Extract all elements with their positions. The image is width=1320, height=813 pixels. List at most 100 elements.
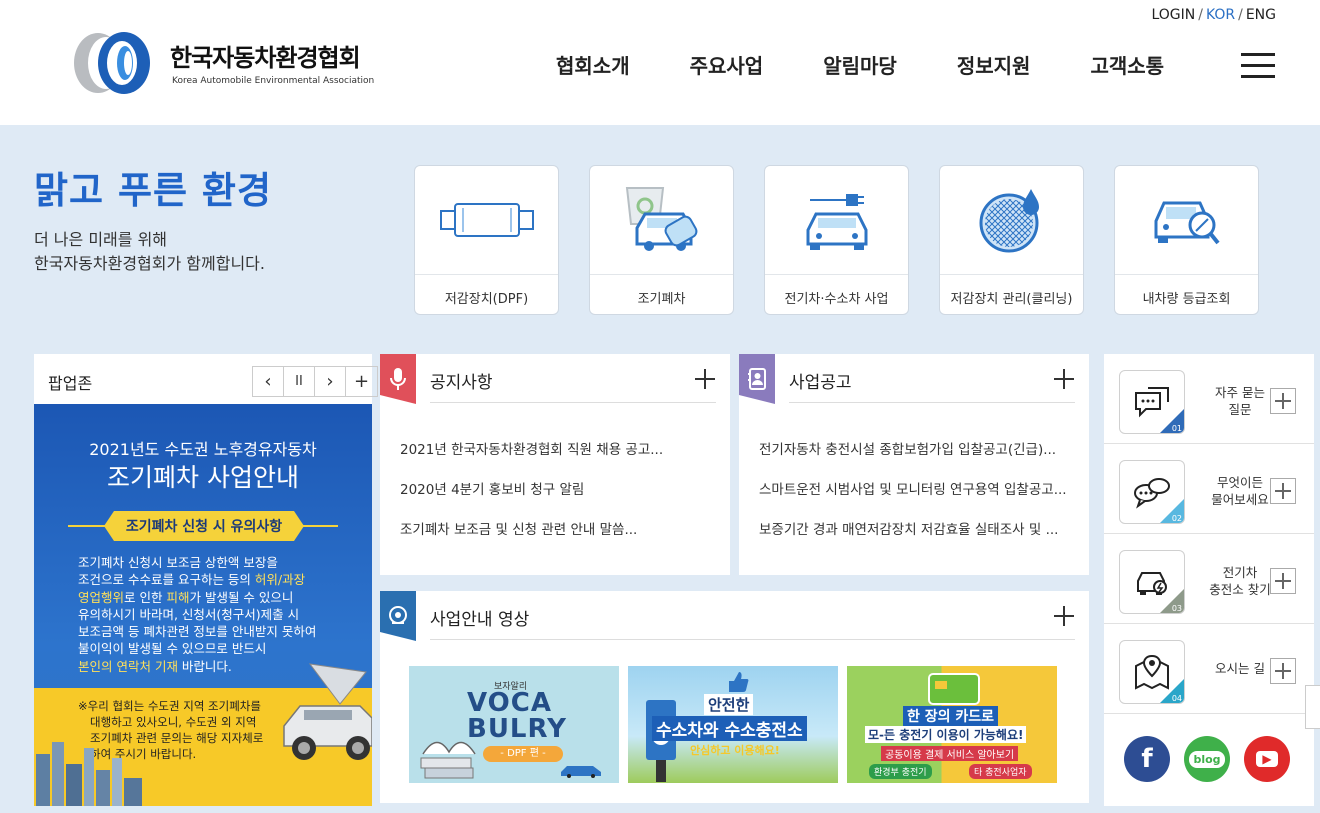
notice-list: 2021년 한국자동차환경협회 직원 채용 공고... 2020년 4분기 홍보… xyxy=(400,438,714,558)
business-board: 사업공고 전기자동차 충전시설 종합보험가입 입찰공고(긴급)... 스마트운전… xyxy=(739,354,1089,575)
notice-more-icon[interactable] xyxy=(694,368,716,390)
popup-banner[interactable]: 2021년도 수도권 노후경유자동차 조기폐차 사업안내 조기폐차 신청 시 유… xyxy=(34,404,372,806)
car-icon xyxy=(561,766,601,778)
rq-number: 04 xyxy=(1171,694,1182,703)
nav-business[interactable]: 주요사업 xyxy=(690,50,764,79)
video-headline-2: BULRY xyxy=(467,714,567,744)
business-item[interactable]: 전기자동차 충전시설 종합보험가입 입찰공고(긴급)... xyxy=(759,438,1073,478)
quick-label: 전기차·수소차 사업 xyxy=(784,292,889,307)
menu-hamburger-icon[interactable] xyxy=(1241,53,1275,78)
plus-icon[interactable] xyxy=(1270,478,1296,504)
notice-item[interactable]: 2021년 한국자동차환경협회 직원 채용 공고... xyxy=(400,438,714,478)
nav-info[interactable]: 정보지원 xyxy=(957,50,1031,79)
rq-location[interactable]: 04 오시는 길 xyxy=(1104,624,1314,714)
logo-mark-icon xyxy=(74,32,150,94)
side-scroll-tab[interactable] xyxy=(1305,685,1320,729)
notice-item[interactable]: 2020년 4분기 홍보비 청구 알림 xyxy=(400,478,714,518)
banner-text-part: 조건으로 수수료를 요구하는 등의 xyxy=(78,572,255,588)
slogan-line-2: 한국자동차환경협회가 함께합니다. xyxy=(34,254,265,273)
quick-dpf[interactable]: 저감장치(DPF) xyxy=(414,165,559,315)
youtube-icon[interactable]: ▶ xyxy=(1244,736,1290,782)
lang-eng-link[interactable]: ENG xyxy=(1246,7,1276,23)
business-more-icon[interactable] xyxy=(1053,368,1075,390)
banner-text: 조기폐차 신청시 보조금 상한액 보장을 xyxy=(78,555,278,570)
business-tab xyxy=(739,354,775,404)
login-link[interactable]: LOGIN xyxy=(1151,7,1195,23)
nav-customer[interactable]: 고객소통 xyxy=(1090,50,1164,79)
banner-text-part: 가 발생될 수 있으니 xyxy=(189,589,294,605)
banner-highlight: 영업행위 xyxy=(78,589,125,605)
plus-icon[interactable] xyxy=(1270,568,1296,594)
notice-tab xyxy=(380,354,416,404)
facebook-icon[interactable]: f xyxy=(1124,736,1170,782)
address-book-icon xyxy=(748,368,766,390)
quick-label: 내차량 등급조회 xyxy=(1142,292,1231,307)
electric-car-icon xyxy=(765,166,908,274)
dpf-filter-icon xyxy=(415,166,558,274)
banner-highlight: 허위/과장 xyxy=(254,572,306,588)
video-tab xyxy=(380,591,416,641)
nav-news[interactable]: 알림마당 xyxy=(823,50,897,79)
video-headline: 한 장의 카드로 xyxy=(903,706,999,726)
youtube-label: ▶ xyxy=(1256,751,1278,767)
rq-charging[interactable]: 03 전기차 충전소 찾기 xyxy=(1104,534,1314,624)
slogan-description: 더 나은 미래를 위해 한국자동차환경협회가 함께합니다. xyxy=(34,228,265,276)
nav-about[interactable]: 협회소개 xyxy=(556,50,630,79)
charging-card-icon xyxy=(928,673,980,705)
sns-links: f blog ▶ xyxy=(1124,736,1290,782)
banner-text-part: 바랍니다. xyxy=(177,658,232,674)
logo-subtitle: Korea Automobile Environmental Associati… xyxy=(172,76,375,86)
blog-label: blog xyxy=(1189,750,1225,768)
divider xyxy=(430,402,716,403)
rq-ask[interactable]: 02 무엇이든 물어보세요 xyxy=(1104,444,1314,534)
quick-ev[interactable]: 전기차·수소차 사업 xyxy=(764,165,909,315)
popup-next-button[interactable]: › xyxy=(315,367,346,396)
popup-prev-button[interactable]: ‹ xyxy=(253,367,284,396)
divider xyxy=(430,639,1075,640)
video-thumb-hydrogen[interactable]: H2 안전한 수소차와 수소충전소 안심하고 이용해요! xyxy=(628,666,838,783)
popup-controls: ‹ II › + xyxy=(252,366,378,397)
business-item[interactable]: 보증기간 경과 매연저감장치 저감효율 실태조사 및 ... xyxy=(759,518,1073,558)
main-slogan: 맑고 푸른 환경 xyxy=(34,169,273,212)
video-list: 보자알리 VOCA BULRY - DPF 편 - H2 안전한 수소차와 수소… xyxy=(409,666,1057,783)
notice-item[interactable]: 조기폐차 보조금 및 신청 관련 안내 말씀... xyxy=(400,518,714,558)
city-buildings-icon xyxy=(36,742,142,806)
utility-links: LOGIN / KOR / ENG xyxy=(1151,7,1276,23)
video-thumb-dpf[interactable]: 보자알리 VOCA BULRY - DPF 편 - xyxy=(409,666,619,783)
blog-icon[interactable]: blog xyxy=(1184,736,1230,782)
quick-scrap[interactable]: 조기폐차 xyxy=(589,165,734,315)
popup-title: 팝업존 xyxy=(48,374,93,393)
car-grade-search-icon xyxy=(1115,166,1258,274)
video-board: 사업안내 영상 보자알리 VOCA BULRY - DPF 편 - H2 안전한… xyxy=(380,591,1089,803)
video-tag: 안심하고 이용해요! xyxy=(690,744,780,757)
site-header: 한국자동차환경협회 Korea Automobile Environmental… xyxy=(0,0,1320,125)
rq-icon-box: 03 xyxy=(1119,550,1185,614)
plus-icon[interactable] xyxy=(1270,388,1296,414)
quick-cleaning[interactable]: 저감장치 관리(클리닝) xyxy=(939,165,1084,315)
video-more-icon[interactable] xyxy=(1053,605,1075,627)
popup-zone: 팝업존 ‹ II › + 2021년도 수도권 노후경유자동차 조기폐차 사업안… xyxy=(34,354,378,806)
banner-text: 보조금액 등 폐차관련 정보를 안내받지 못하여 xyxy=(78,624,317,640)
rq-faq[interactable]: 01 자주 묻는 질문 xyxy=(1104,354,1314,444)
video-button-env: 환경부 충전기 xyxy=(869,764,932,779)
video-headline-2: 수소차와 수소충전소 xyxy=(652,716,807,741)
microphone-icon xyxy=(390,368,406,390)
separator: / xyxy=(1238,7,1243,23)
business-item[interactable]: 스마트운전 시범사업 및 모니터링 연구용역 입찰공고... xyxy=(759,478,1073,518)
video-headline: 안전한 xyxy=(704,694,754,715)
thumbs-up-icon xyxy=(729,672,749,692)
broken-car-icon xyxy=(283,663,372,760)
popup-more-button[interactable]: + xyxy=(346,367,377,396)
site-logo[interactable]: 한국자동차환경협회 Korea Automobile Environmental… xyxy=(72,28,374,98)
video-thumb-charging-card[interactable]: 한 장의 카드로 모-든 충전기 이용이 가능해요! 공동이용 결제 서비스 알… xyxy=(847,666,1057,783)
lang-kor-link[interactable]: KOR xyxy=(1206,7,1235,23)
quick-grade[interactable]: 내차량 등급조회 xyxy=(1114,165,1259,315)
popup-pause-button[interactable]: II xyxy=(284,367,315,396)
banner-highlight: 본인의 연락처 기재 xyxy=(78,658,178,674)
rq-number: 01 xyxy=(1171,424,1182,433)
banner-text: 유의하시기 바라며, 신청서(청구서)제출 시 xyxy=(78,606,300,622)
video-tag: 공동이용 결제 서비스 알아보기 xyxy=(881,746,1019,761)
plus-icon[interactable] xyxy=(1270,658,1296,684)
quick-label: 저감장치(DPF) xyxy=(444,292,529,307)
scrap-car-icon xyxy=(590,166,733,274)
